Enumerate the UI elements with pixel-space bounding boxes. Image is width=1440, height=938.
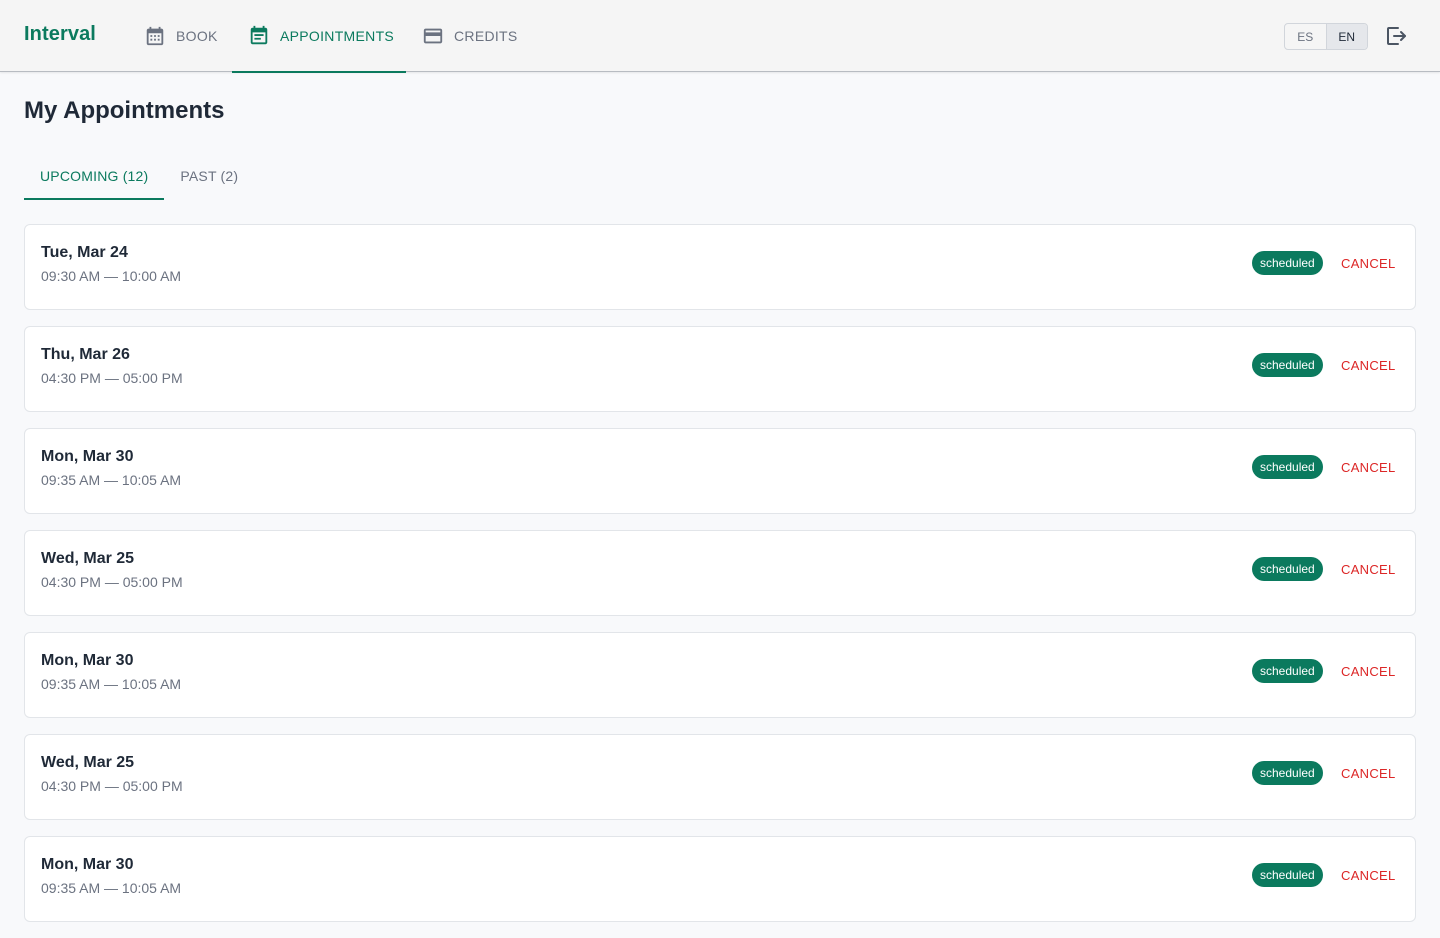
logout-button[interactable] [1384,24,1408,48]
cancel-button[interactable]: CANCEL [1333,454,1404,480]
nav-book-label: BOOK [176,28,218,44]
appointment-list: Tue, Mar 24 09:30 AM — 10:00 AM schedule… [24,224,1416,938]
appointment-tabs: UPCOMING (12) PAST (2) [24,152,254,200]
status-badge: scheduled [1252,251,1323,275]
appointment-card: Wed, Mar 25 04:30 PM — 05:00 PM schedule… [24,734,1416,820]
appointment-date: Thu, Mar 26 [41,346,130,363]
appointment-date: Tue, Mar 24 [41,244,128,261]
appointment-time: 04:30 PM — 05:00 PM [41,778,183,794]
appointment-card: Mon, Mar 30 09:35 AM — 10:05 AM schedule… [24,836,1416,922]
nav-book[interactable]: BOOK [128,0,232,72]
logout-icon [1384,27,1408,52]
cancel-button[interactable]: CANCEL [1333,658,1404,684]
status-badge: scheduled [1252,455,1323,479]
appointment-date: Mon, Mar 30 [41,448,134,465]
calendar-icon [144,25,166,47]
cancel-button[interactable]: CANCEL [1333,760,1404,786]
page-title: My Appointments [24,97,225,124]
appointment-time: 09:35 AM — 10:05 AM [41,880,182,896]
nav-appointments-label: APPOINTMENTS [280,28,395,44]
top-app-bar: Interval BOOK APPOINTMENTS CREDITS ES EN [0,0,1440,73]
appointment-card: Mon, Mar 30 09:35 AM — 10:05 AM schedule… [24,632,1416,718]
nav-appointments[interactable]: APPOINTMENTS [232,0,406,73]
status-badge: scheduled [1252,353,1323,377]
event-note-icon [248,25,270,47]
cancel-button[interactable]: CANCEL [1333,862,1404,888]
cancel-button[interactable]: CANCEL [1333,352,1404,378]
lang-es-button[interactable]: ES [1285,24,1326,49]
status-badge: scheduled [1252,761,1323,785]
language-toggle: ES EN [1284,23,1368,50]
appointment-card: Wed, Mar 25 04:30 PM — 05:00 PM schedule… [24,530,1416,616]
lang-en-button[interactable]: EN [1325,24,1367,49]
appointment-date: Mon, Mar 30 [41,652,134,669]
appointment-date: Wed, Mar 25 [41,754,135,771]
status-badge: scheduled [1252,557,1323,581]
credit-card-icon [422,25,444,47]
tab-past[interactable]: PAST (2) [164,152,254,200]
appointment-time: 09:35 AM — 10:05 AM [41,472,182,488]
tab-upcoming[interactable]: UPCOMING (12) [24,152,165,200]
appointment-date: Wed, Mar 25 [41,550,135,567]
cancel-button[interactable]: CANCEL [1333,556,1404,582]
appointment-card: Thu, Mar 26 04:30 PM — 05:00 PM schedule… [24,326,1416,412]
appointment-time: 09:30 AM — 10:00 AM [41,268,182,284]
appointment-card: Mon, Mar 30 09:35 AM — 10:05 AM schedule… [24,428,1416,514]
nav-credits-label: CREDITS [454,28,518,44]
appointment-time: 04:30 PM — 05:00 PM [41,370,183,386]
cancel-button[interactable]: CANCEL [1333,250,1404,276]
appointment-time: 04:30 PM — 05:00 PM [41,574,183,590]
brand-logo[interactable]: Interval [24,23,96,46]
appointment-date: Mon, Mar 30 [41,856,134,873]
appointment-card: Tue, Mar 24 09:30 AM — 10:00 AM schedule… [24,224,1416,310]
status-badge: scheduled [1252,659,1323,683]
status-badge: scheduled [1252,863,1323,887]
appointment-time: 09:35 AM — 10:05 AM [41,676,182,692]
nav-credits[interactable]: CREDITS [406,0,532,72]
